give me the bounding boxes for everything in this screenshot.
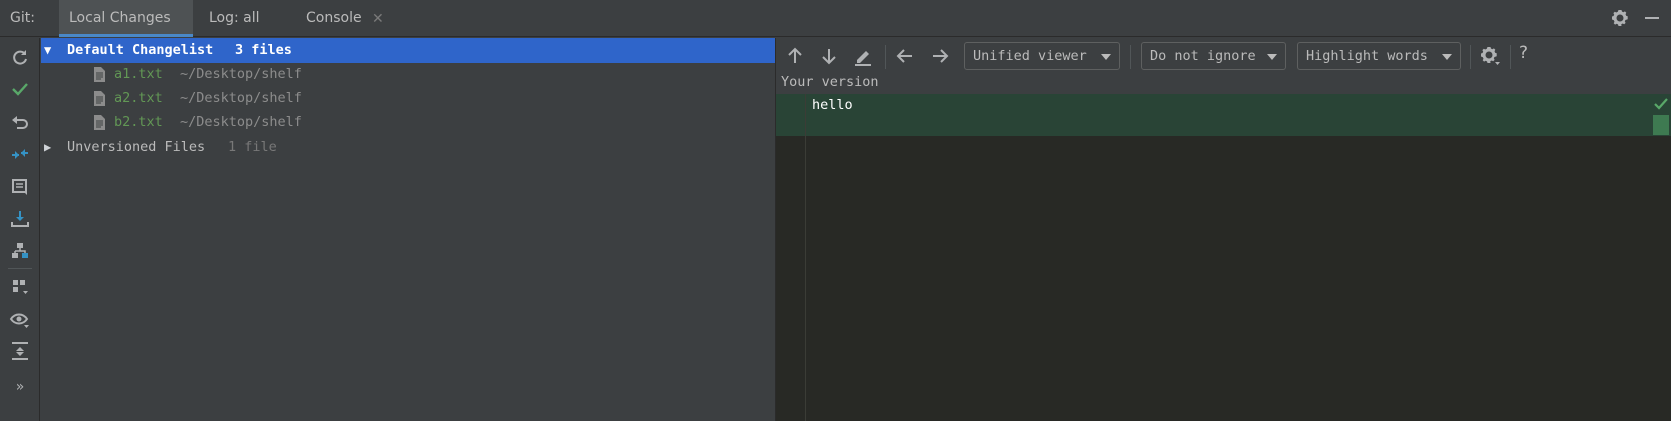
file-row[interactable]: a2.txt ~/Desktop/shelf bbox=[41, 86, 775, 111]
chevron-down-icon bbox=[1101, 54, 1111, 60]
help-icon[interactable]: ? bbox=[1519, 43, 1528, 63]
expand-arrow-icon[interactable]: ▼ bbox=[44, 38, 51, 63]
rollback-icon[interactable] bbox=[9, 111, 31, 133]
git-label: Git: bbox=[10, 10, 35, 26]
editor-gutter bbox=[776, 94, 806, 421]
diff-icon[interactable] bbox=[9, 143, 31, 165]
file-path: ~/Desktop/shelf bbox=[180, 90, 302, 106]
text-file-icon bbox=[94, 91, 105, 106]
unversioned-files-row[interactable]: ▶ Unversioned Files 1 file bbox=[41, 135, 775, 160]
toolbar-separator bbox=[1470, 45, 1471, 69]
refresh-icon[interactable] bbox=[9, 46, 31, 68]
file-row[interactable]: a1.txt ~/Desktop/shelf bbox=[41, 62, 775, 87]
file-path: ~/Desktop/shelf bbox=[180, 114, 302, 130]
change-marker[interactable] bbox=[1653, 115, 1669, 135]
highlight-policy-value: Highlight words bbox=[1306, 48, 1428, 64]
diff-editor[interactable]: hello bbox=[776, 94, 1671, 421]
viewer-mode-dropdown[interactable]: Unified viewer bbox=[964, 42, 1120, 70]
tab-local-changes[interactable]: Local Changes bbox=[59, 0, 193, 37]
toolbar-separator bbox=[8, 268, 32, 269]
toolbar-separator bbox=[885, 45, 886, 69]
text-file-icon bbox=[94, 115, 105, 130]
changelist-name: Default Changelist bbox=[67, 42, 214, 58]
next-difference-icon[interactable] bbox=[818, 45, 840, 67]
viewer-mode-value: Unified viewer bbox=[973, 48, 1087, 64]
left-toolbar: » bbox=[0, 38, 40, 421]
minimize-icon[interactable] bbox=[1645, 17, 1659, 19]
diff-toolbar: Unified viewer Do not ignore Highlight w… bbox=[776, 38, 1671, 74]
unversioned-files-count: 1 file bbox=[228, 139, 277, 155]
collapse-arrow-icon[interactable]: ▶ bbox=[44, 135, 51, 160]
previous-file-icon[interactable] bbox=[894, 45, 916, 67]
toolbar-separator bbox=[1510, 45, 1511, 69]
more-icon[interactable]: » bbox=[9, 376, 31, 398]
merge-icon[interactable] bbox=[9, 240, 31, 262]
edit-source-icon[interactable] bbox=[852, 45, 874, 67]
chevron-down-icon bbox=[1267, 54, 1277, 60]
text-file-icon bbox=[94, 67, 105, 82]
commit-check-icon[interactable] bbox=[9, 78, 31, 100]
expand-collapse-icon[interactable] bbox=[9, 340, 31, 362]
changelist-count: 3 files bbox=[235, 42, 292, 58]
file-row[interactable]: b2.txt ~/Desktop/shelf bbox=[41, 110, 775, 135]
ignore-policy-value: Do not ignore bbox=[1150, 48, 1256, 64]
highlight-policy-dropdown[interactable]: Highlight words bbox=[1297, 42, 1461, 70]
changes-tree: ▼ Default Changelist 3 files a1.txt ~/De… bbox=[41, 38, 775, 421]
changelist-icon[interactable] bbox=[9, 176, 31, 198]
previous-difference-icon[interactable] bbox=[784, 45, 806, 67]
next-file-icon[interactable] bbox=[929, 45, 951, 67]
editor-gutter bbox=[776, 94, 806, 136]
added-line-highlight: hello bbox=[776, 94, 1671, 136]
code-line[interactable]: hello bbox=[812, 97, 853, 113]
check-icon bbox=[1654, 98, 1668, 110]
your-version-label: Your version bbox=[776, 74, 1671, 94]
chevron-down-icon bbox=[1442, 54, 1452, 60]
shelve-icon[interactable] bbox=[9, 208, 31, 230]
tool-window-tabbar: Git: Local Changes Log: all Console ✕ bbox=[0, 0, 1671, 37]
view-options-icon[interactable] bbox=[9, 309, 31, 331]
diff-settings-gear-icon[interactable] bbox=[1479, 45, 1501, 67]
unversioned-files-name: Unversioned Files bbox=[67, 139, 206, 155]
file-name: b2.txt bbox=[114, 114, 163, 130]
close-tab-icon[interactable]: ✕ bbox=[372, 11, 384, 27]
changelist-row-default[interactable]: ▼ Default Changelist 3 files bbox=[41, 38, 775, 63]
file-name: a2.txt bbox=[114, 90, 163, 106]
group-by-icon[interactable] bbox=[9, 276, 31, 298]
tab-log-all[interactable]: Log: all bbox=[199, 0, 289, 37]
file-name: a1.txt bbox=[114, 66, 163, 82]
gear-icon[interactable] bbox=[1610, 8, 1630, 28]
ignore-policy-dropdown[interactable]: Do not ignore bbox=[1141, 42, 1286, 70]
toolbar-separator bbox=[1130, 45, 1131, 69]
file-path: ~/Desktop/shelf bbox=[180, 66, 302, 82]
